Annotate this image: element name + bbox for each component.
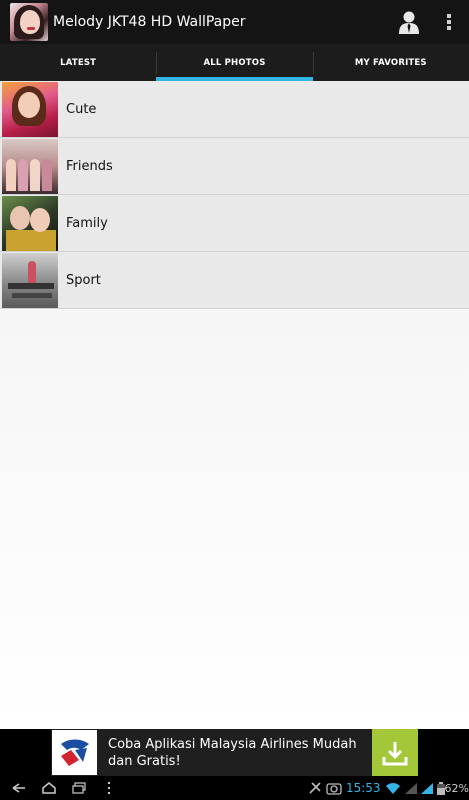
home-button[interactable]	[34, 776, 64, 800]
recent-apps-button[interactable]	[64, 776, 94, 800]
download-icon	[382, 741, 408, 765]
category-list: Cute Friends Family Sport	[0, 81, 469, 729]
category-thumbnail	[2, 81, 58, 137]
ad-content[interactable]: Coba Aplikasi Malaysia Airlines Mudah da…	[51, 729, 418, 776]
category-label: Friends	[66, 158, 113, 174]
signal-icon	[404, 782, 417, 794]
category-item-sport[interactable]: Sport	[0, 252, 469, 309]
tab-latest[interactable]: LATEST	[0, 44, 156, 81]
category-thumbnail	[2, 252, 58, 308]
app-title: Melody JKT48 HD WallPaper	[53, 14, 246, 30]
battery-percentage: 62%	[444, 781, 469, 795]
ad-text: Coba Aplikasi Malaysia Airlines Mudah da…	[108, 736, 357, 769]
tab-bar: LATEST ALL PHOTOS MY FAVORITES	[0, 44, 469, 81]
menu-icon	[108, 782, 110, 794]
airline-logo-icon	[52, 730, 97, 775]
recent-apps-icon	[72, 782, 86, 794]
wifi-icon	[385, 782, 400, 794]
system-bar: 15:53 62%	[0, 776, 469, 800]
app-logo-icon[interactable]	[10, 3, 48, 41]
signal-strength-icon	[420, 782, 433, 794]
overflow-menu-button[interactable]	[429, 0, 469, 44]
category-item-friends[interactable]: Friends	[0, 138, 469, 195]
back-icon	[12, 783, 25, 793]
clock: 15:53	[345, 781, 381, 795]
ad-download-button[interactable]	[372, 729, 418, 776]
overflow-menu-icon	[447, 14, 451, 30]
category-item-family[interactable]: Family	[0, 195, 469, 252]
category-thumbnail	[2, 195, 58, 251]
category-item-cute[interactable]: Cute	[0, 81, 469, 138]
category-label: Cute	[66, 101, 97, 117]
action-bar: Melody JKT48 HD WallPaper	[0, 0, 469, 44]
menu-button[interactable]	[94, 776, 124, 800]
usb-debug-icon	[309, 782, 321, 794]
profile-button[interactable]	[389, 0, 429, 44]
home-icon	[42, 782, 56, 794]
tab-my-favorites[interactable]: MY FAVORITES	[312, 44, 469, 81]
app-root: Melody JKT48 HD WallPaper LATEST ALL PHO…	[0, 0, 469, 800]
category-label: Sport	[66, 272, 101, 288]
tab-all-photos[interactable]: ALL PHOTOS	[156, 44, 313, 81]
person-icon	[399, 11, 419, 34]
category-thumbnail	[2, 138, 58, 194]
battery-icon	[436, 781, 445, 795]
category-label: Family	[66, 215, 108, 231]
camera-icon	[326, 783, 342, 795]
back-button[interactable]	[4, 776, 34, 800]
ad-banner: Coba Aplikasi Malaysia Airlines Mudah da…	[0, 729, 469, 776]
